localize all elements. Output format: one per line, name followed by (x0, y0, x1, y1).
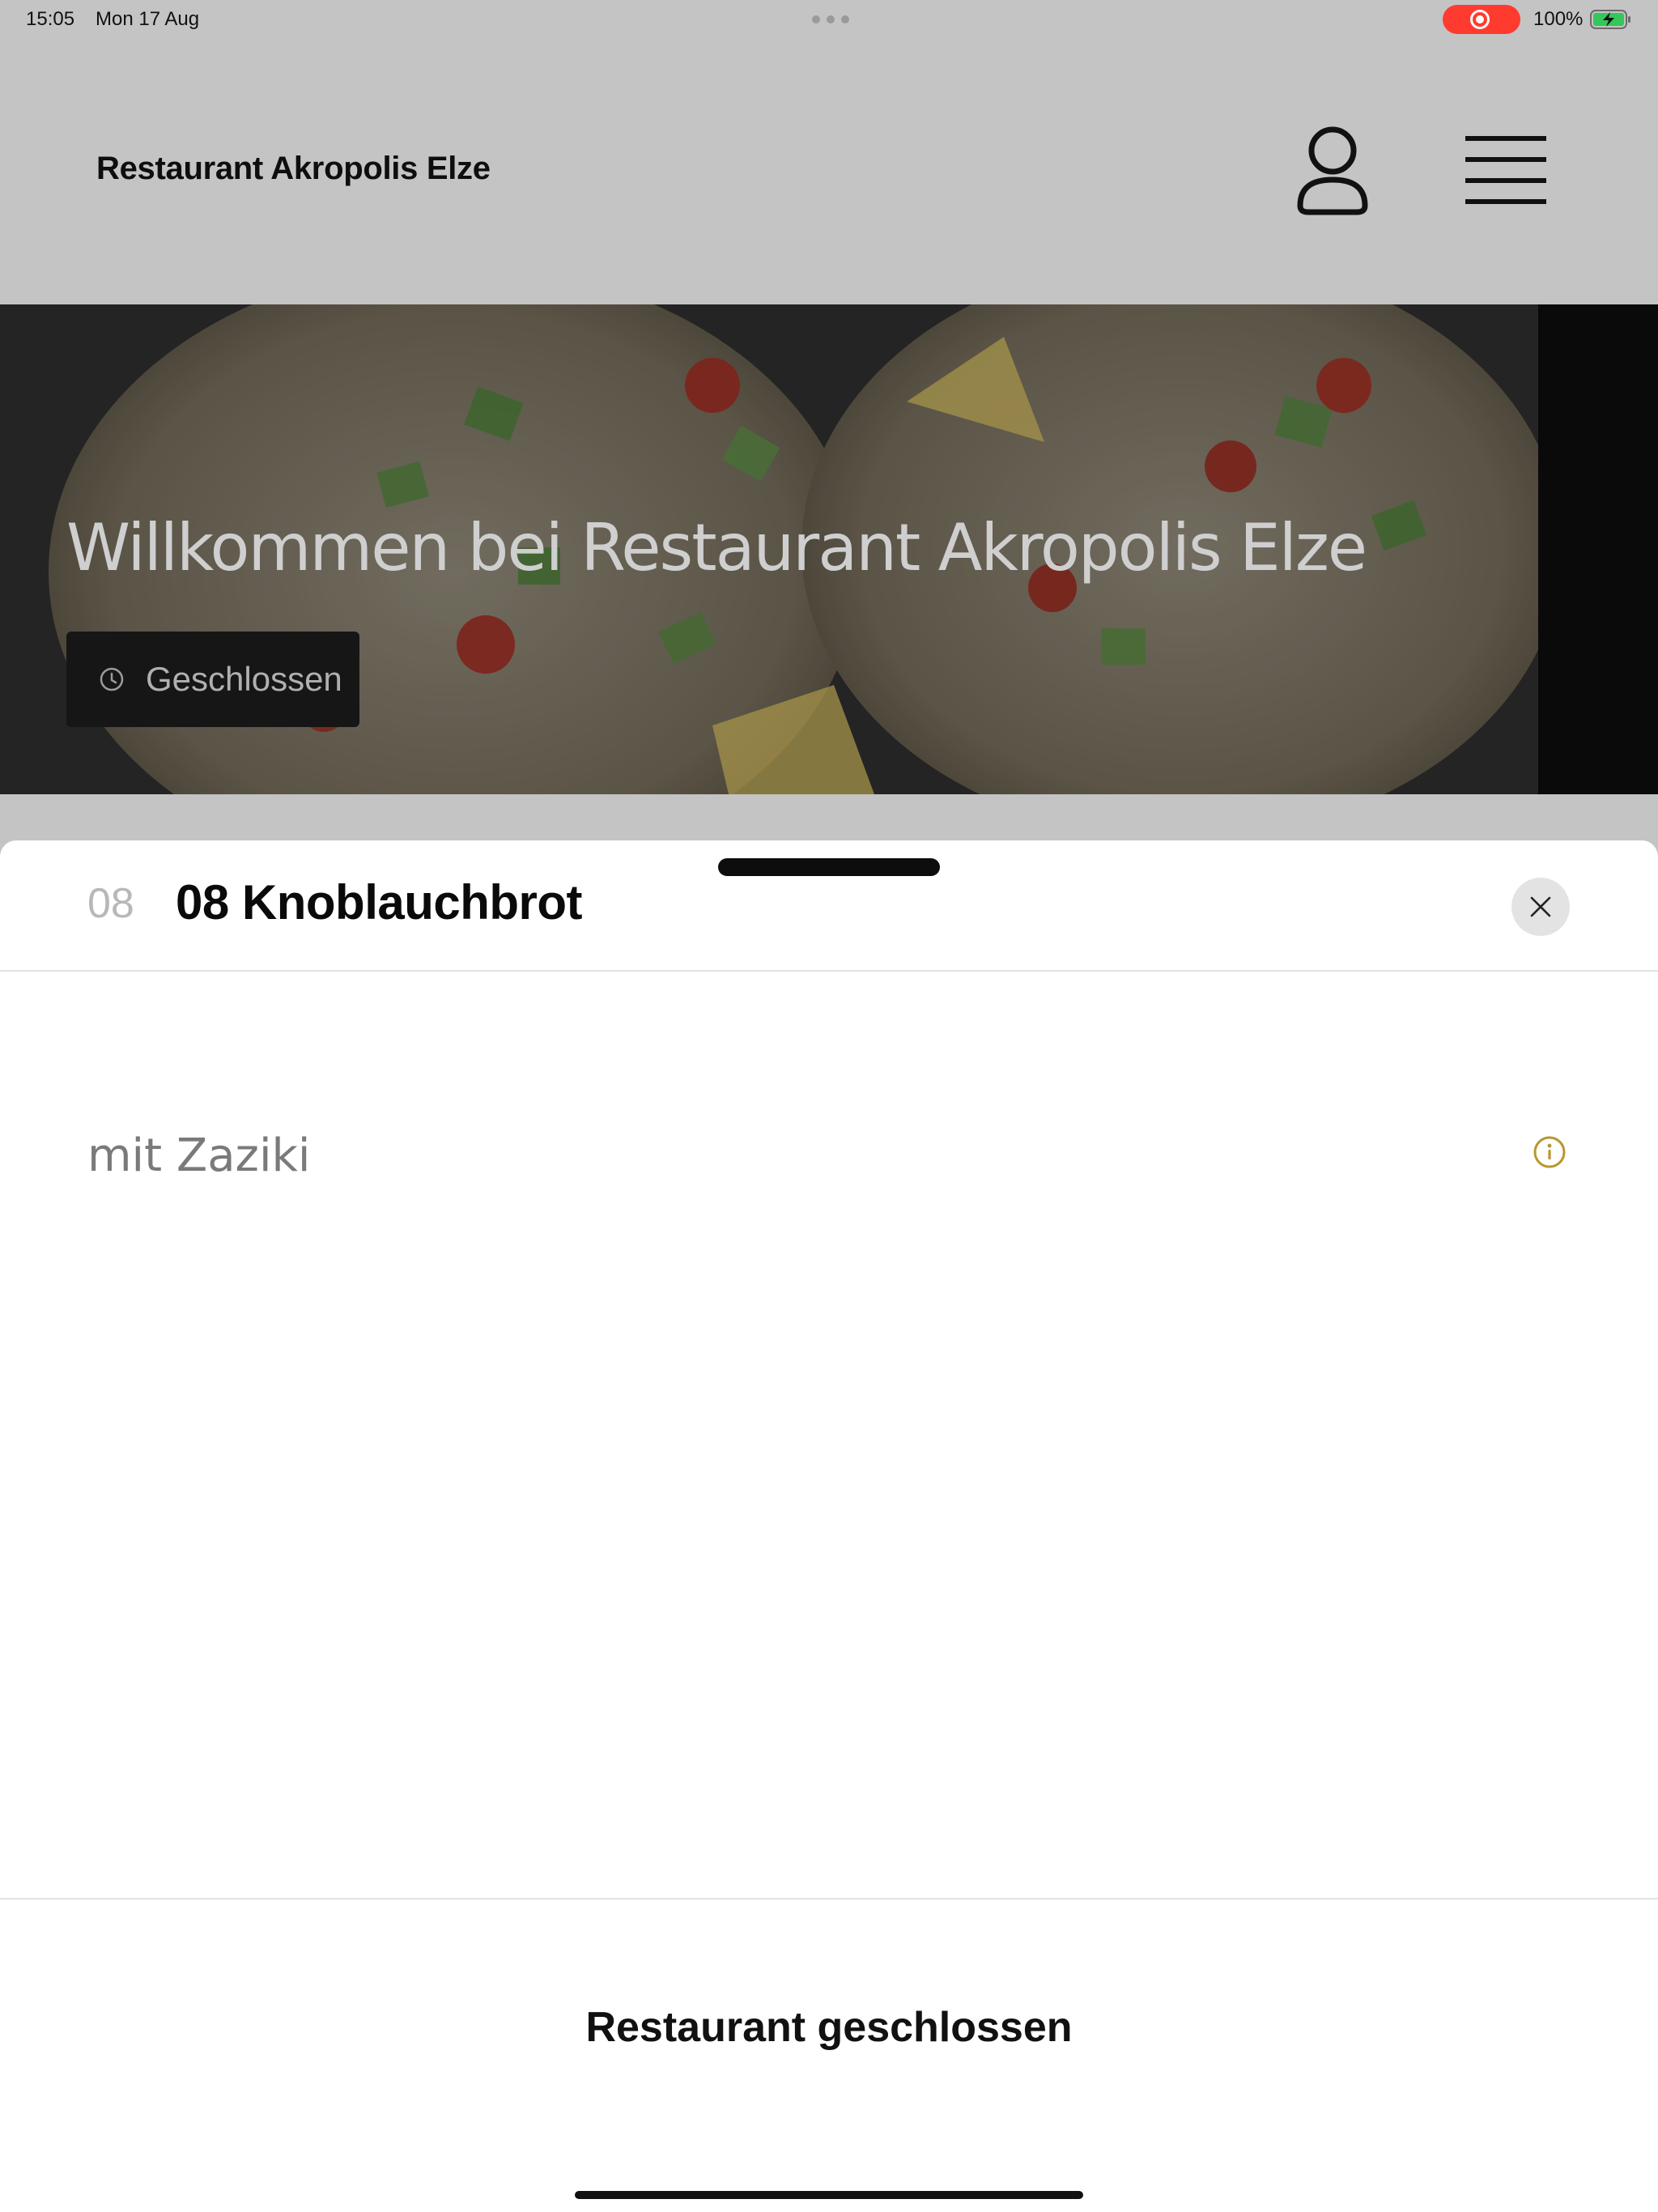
item-detail-sheet: 08 08 Knoblauchbrot mit Zaziki Restauran… (0, 840, 1658, 2212)
screen-recording-icon[interactable] (1443, 5, 1520, 34)
clock-icon (100, 667, 124, 691)
status-time: 15:05 (26, 8, 75, 30)
hamburger-menu-icon[interactable] (1465, 136, 1546, 204)
opening-status-badge[interactable]: Geschlossen (66, 632, 359, 727)
status-date: Mon 17 Aug (96, 8, 200, 30)
opening-status-label: Geschlossen (146, 660, 342, 698)
close-icon (1530, 896, 1551, 917)
multitasking-dots-icon[interactable] (812, 15, 849, 23)
item-title: 08 Knoblauchbrot (176, 875, 583, 929)
sheet-grabber[interactable] (718, 858, 940, 876)
user-icon[interactable] (1294, 125, 1371, 215)
restaurant-closed-notice: Restaurant geschlossen (585, 2004, 1073, 2051)
item-number: 08 (87, 880, 134, 927)
info-icon[interactable] (1533, 1135, 1567, 1169)
app-header: Restaurant Akropolis Elze (0, 39, 1658, 304)
divider (0, 1898, 1658, 1899)
divider (0, 970, 1658, 972)
restaurant-title[interactable]: Restaurant Akropolis Elze (96, 151, 491, 187)
battery-charging-icon (1590, 10, 1630, 29)
close-button[interactable] (1511, 878, 1570, 936)
welcome-heading: Willkommen bei Restaurant Akropolis Elze (66, 510, 1367, 585)
home-indicator[interactable] (575, 2191, 1083, 2199)
battery-percentage: 100% (1533, 8, 1584, 30)
item-description: mit Zaziki (87, 1129, 311, 1182)
status-bar: 15:05 Mon 17 Aug 100% (0, 0, 1658, 39)
hero-banner: Willkommen bei Restaurant Akropolis Elze… (0, 304, 1658, 794)
